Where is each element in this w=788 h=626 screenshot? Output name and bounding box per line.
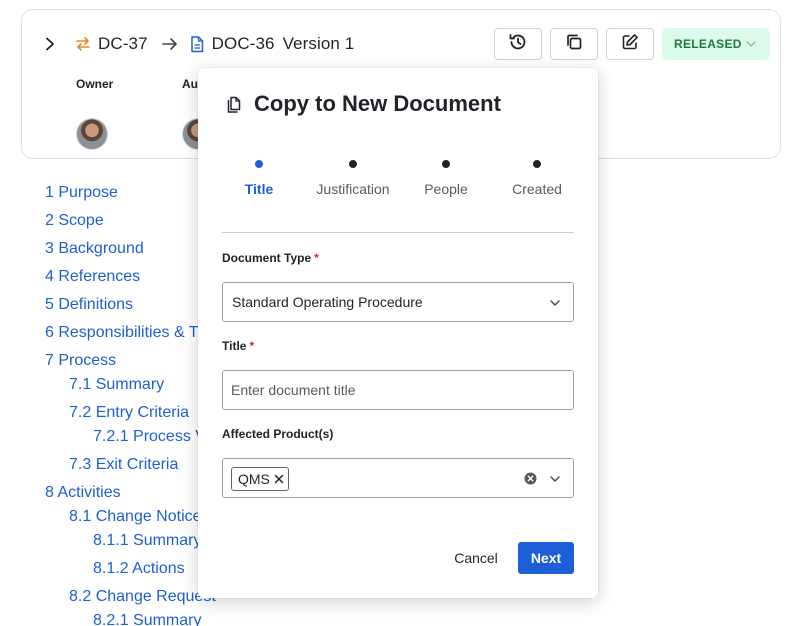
toc-item[interactable]: 7.1 Summary: [69, 376, 164, 394]
step-label: Title: [244, 181, 274, 197]
history-icon: [508, 32, 528, 57]
status-badge[interactable]: RELEASED: [662, 28, 770, 60]
required-mark: *: [314, 251, 319, 265]
toc-item[interactable]: 7 Process: [45, 352, 116, 370]
header-toolbar: RELEASED: [494, 28, 770, 60]
document-icon: [188, 35, 206, 53]
step-created[interactable]: Created: [487, 156, 587, 197]
toc-item[interactable]: 7.3 Exit Criteria: [69, 456, 178, 474]
copy-icon: [565, 33, 583, 56]
edit-icon: [621, 33, 639, 56]
step-dot: [533, 160, 541, 168]
step-label: Justification: [316, 181, 390, 197]
toc-item[interactable]: 8.2.1 Summary: [93, 612, 201, 626]
step-justification[interactable]: Justification: [303, 156, 403, 197]
toc-item[interactable]: 2 Scope: [45, 212, 104, 230]
step-label: Created: [512, 181, 562, 197]
required-mark: *: [249, 339, 255, 353]
document-type-label: Document Type *: [222, 251, 319, 265]
toc-item[interactable]: 8.1.2 Actions: [93, 560, 185, 578]
title-input[interactable]: [222, 370, 574, 410]
toc-item[interactable]: 3 Background: [45, 240, 144, 258]
chevron-down-icon: [746, 40, 756, 48]
toc-item[interactable]: 8.1 Change Notice: [69, 508, 202, 526]
toc-item[interactable]: 6 Responsibilities & T: [45, 324, 199, 342]
status-text: RELEASED: [674, 37, 742, 51]
product-tag: QMS: [231, 467, 289, 491]
document-type-label-text: Document Type: [222, 251, 312, 265]
toc-item[interactable]: 7.2 Entry Criteria: [69, 404, 189, 422]
doc-version: Version 1: [282, 34, 355, 53]
toc-item[interactable]: 4 References: [45, 268, 140, 286]
author-label: Au: [182, 77, 198, 91]
chevron-down-icon[interactable]: [549, 472, 561, 490]
product-tag-label: QMS: [238, 471, 270, 487]
clear-selection-icon[interactable]: [524, 472, 537, 490]
toc-item[interactable]: 1 Purpose: [45, 184, 118, 202]
owner-avatar[interactable]: [76, 118, 108, 150]
toc-item[interactable]: 8.2 Change Request: [69, 588, 216, 606]
document-type-select[interactable]: Standard Operating Procedure: [222, 282, 574, 322]
owner-label: Owner: [76, 77, 114, 91]
change-id[interactable]: DC-37: [98, 34, 148, 54]
affected-products-label: Affected Product(s): [222, 427, 334, 441]
remove-tag-icon[interactable]: [274, 474, 284, 484]
swap-arrows-icon: [74, 35, 92, 53]
toc-item[interactable]: 5 Definitions: [45, 296, 133, 314]
title-label-text: Title: [222, 339, 247, 353]
edit-button[interactable]: [606, 28, 654, 60]
cancel-button[interactable]: Cancel: [446, 542, 506, 574]
toc-item[interactable]: 8.1.1 Summary: [93, 532, 201, 550]
chevron-right-icon[interactable]: [42, 36, 58, 52]
copy-document-dialog: Copy to New Document Title Justification…: [198, 68, 598, 598]
step-label: People: [424, 181, 468, 197]
chevron-down-icon: [549, 296, 561, 314]
copy-document-icon: [226, 96, 244, 114]
title-label: Title *: [222, 339, 254, 353]
step-people[interactable]: People: [396, 156, 496, 197]
next-button[interactable]: Next: [518, 542, 574, 574]
copy-button[interactable]: [550, 28, 598, 60]
step-dot: [255, 160, 263, 168]
toc-item[interactable]: 7.2.1 Process V: [93, 428, 206, 446]
breadcrumb: DC-37 DOC-36 Version 1: [42, 32, 354, 56]
arrow-right-icon: [161, 37, 178, 51]
stepper: Title Justification People Created: [198, 156, 598, 197]
affected-products-select[interactable]: QMS: [222, 458, 574, 498]
stepper-divider: [222, 232, 574, 233]
step-title[interactable]: Title: [209, 156, 309, 197]
dialog-title: Copy to New Document: [254, 91, 501, 116]
step-dot: [442, 160, 450, 168]
step-dot: [349, 160, 357, 168]
toc-item[interactable]: 8 Activities: [45, 484, 121, 502]
doc-id[interactable]: DOC-36: [212, 34, 275, 54]
history-button[interactable]: [494, 28, 542, 60]
document-type-value: Standard Operating Procedure: [232, 294, 423, 310]
